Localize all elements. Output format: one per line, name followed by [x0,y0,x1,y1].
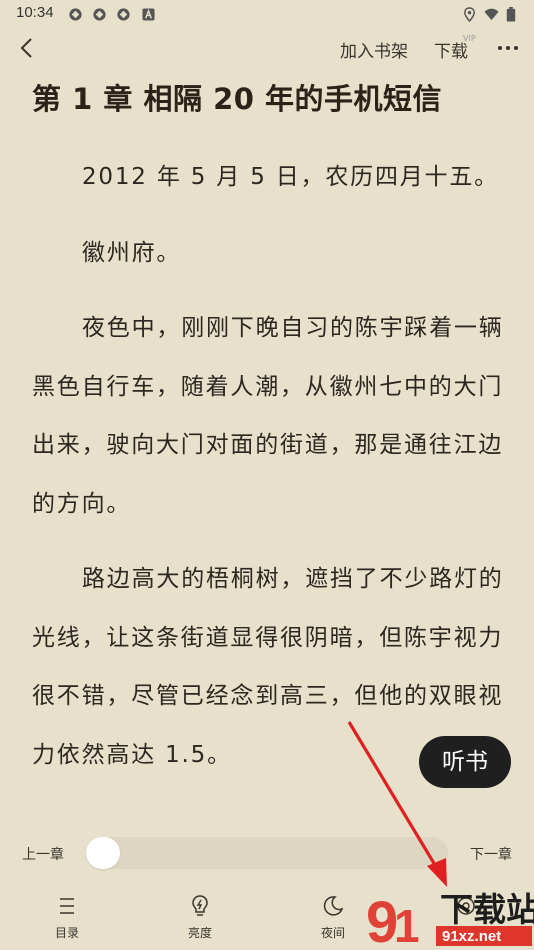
location-icon [464,7,475,22]
previous-chapter-button[interactable]: 上一章 [22,844,64,864]
more-options-icon[interactable] [496,38,520,58]
listen-button[interactable]: 听书 [419,736,511,788]
chapter-title: 第 1 章 相隔 20 年的手机短信 [32,82,443,116]
next-chapter-button[interactable]: 下一章 [470,844,512,864]
chapter-content: 第 1 章 相隔 20 年的手机短信 2012 年 5 月 5 日，农历四月十五… [32,70,510,784]
svg-text:91xz.net: 91xz.net [442,928,501,945]
chapter-paragraph: 夜色中，刚刚下晚自习的陈宇踩着一辆黑色自行车，随着人潮，从徽州七中的大门出来，驶… [32,315,504,517]
svg-text:下载站: 下载站 [440,890,534,929]
svg-text:1: 1 [394,900,420,950]
wifi-icon [484,8,499,21]
battery-icon [506,7,516,22]
status-bar: 10:34 [0,0,534,28]
tab-catalog[interactable]: 目录 [27,894,107,941]
a-notification-icon [142,8,155,21]
back-arrow-icon[interactable] [16,36,40,60]
app-notification-icon [117,8,130,21]
moon-icon [323,896,344,916]
tab-catalog-label: 目录 [54,926,79,940]
tab-brightness-label: 亮度 [187,926,212,940]
add-to-shelf-button[interactable]: 加入书架 [340,37,408,62]
chapter-paragraph: 徽州府。 [82,239,182,266]
tab-night-mode[interactable]: 夜间 [293,894,373,941]
app-notification-icon [93,8,106,21]
slider-knob[interactable] [86,837,120,869]
reader-top-bar: 加入书架 下载 VIP [0,28,534,70]
brightness-icon [192,895,208,916]
tab-night-mode-label: 夜间 [320,926,345,940]
chapter-progress-slider[interactable] [86,837,448,869]
app-notification-icon [69,8,82,21]
status-time: 10:34 [16,4,54,21]
list-icon [60,898,74,914]
watermark-logo: 9 1 下载站 91xz.net [366,890,534,950]
chapter-paragraph: 2012 年 5 月 5 日，农历四月十五。 [82,164,499,190]
tab-brightness[interactable]: 亮度 [160,894,240,941]
download-vip-badge: VIP [463,34,476,43]
